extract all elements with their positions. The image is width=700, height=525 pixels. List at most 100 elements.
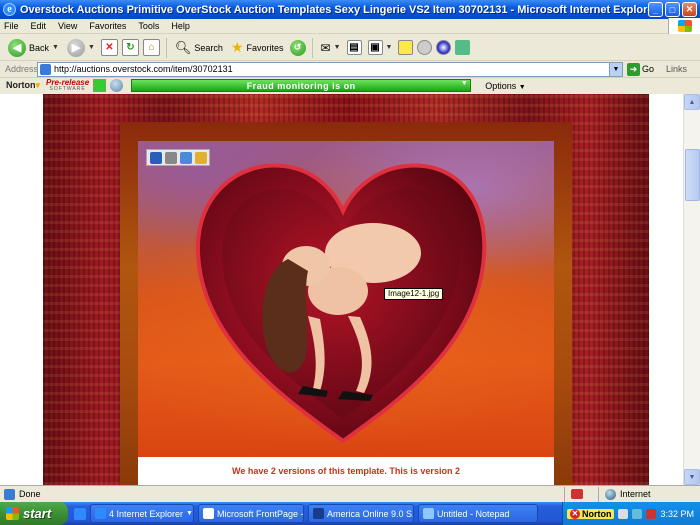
note-icon[interactable] [398,40,414,55]
refresh-button[interactable]: ↻ [121,39,139,56]
norton-logo: Norton▾ [6,80,41,90]
star-icon: ★ [230,39,244,55]
home-button[interactable]: ⌂ [142,39,160,56]
menu-tools[interactable]: Tools [138,21,159,31]
template-caption: We have 2 versions of this template. Thi… [138,457,554,485]
address-input[interactable]: http://auctions.overstock.com/item/30702… [37,61,623,77]
mail-icon: ✉ [320,40,331,55]
print-icon[interactable]: ▤ [346,40,362,55]
aol-icon [313,508,324,519]
links-label[interactable]: Links [666,64,687,74]
taskbar-item-notepad[interactable]: Untitled - Notepad [418,504,538,523]
stop-button[interactable]: ✕ [100,39,118,56]
fraud-monitoring-bar[interactable]: Fraud monitoring is on ▼ [131,79,472,92]
edit-button[interactable]: ▣ ▼ [366,37,395,59]
my-pictures-icon[interactable] [195,151,207,164]
taskbar: start 4 Internet Explorer ▼ Microsoft Fr… [0,502,700,525]
chevron-down-icon[interactable]: ▼ [461,80,468,87]
norton-x-icon: ✕ [569,508,580,519]
menu-favorites[interactable]: Favorites [89,21,126,31]
prerelease-badge: Pre-release SOFTWARE [46,77,90,92]
volume-icon[interactable] [632,508,643,519]
save-image-icon[interactable] [150,151,162,164]
messenger-icon[interactable] [417,40,433,55]
back-arrow-icon: ◀ [8,38,26,57]
page-icon [40,63,51,75]
prerelease-text: Pre-release [46,77,90,87]
norton-screen-icon[interactable] [93,79,107,92]
page-icon [4,488,15,500]
forward-arrow-icon: ▶ [66,38,85,57]
msn-icon[interactable] [455,40,471,55]
standard-toolbar: ◀ Back ▼ ▶ ▼ ✕ ↻ ⌂ 🔍︎ Search ★ Favorites… [0,35,700,61]
menu-help[interactable]: Help [171,21,190,31]
task-label: 4 Internet Explorer [109,508,184,519]
notepad-icon [423,508,434,519]
taskbar-item-aol[interactable]: America Online 9.0 S... [308,504,414,523]
chevron-down-icon[interactable]: ▼ [334,44,341,51]
zone-text: Internet [620,489,651,499]
forward-button[interactable]: ▶ ▼ [65,37,97,59]
back-button[interactable]: ◀ Back ▼ [6,37,61,59]
title-bar: e Overstock Auctions Primitive OverStock… [0,0,700,19]
search-icon: 🔍︎ [174,39,192,55]
ie-icon: e [3,3,16,16]
status-text: Done [19,489,41,499]
start-label: start [23,506,52,521]
print-image-icon[interactable] [165,151,177,164]
maximize-button[interactable]: □ [665,2,680,17]
menu-edit[interactable]: Edit [31,21,47,31]
toolbar-separator [311,37,313,58]
address-bar: Address http://auctions.overstock.com/it… [0,61,700,78]
history-icon[interactable]: ↺ [289,39,306,56]
globe-icon [605,488,616,500]
go-button[interactable]: ➜ Go [627,62,655,76]
fraud-status-text: Fraud monitoring is on [246,80,356,91]
chevron-down-icon[interactable]: ▼ [386,44,393,51]
security-tray-icon[interactable] [646,508,657,519]
start-button[interactable]: start [0,502,68,525]
chevron-down-icon: ▼ [186,510,193,517]
address-url[interactable]: http://auctions.overstock.com/item/30702… [54,64,606,74]
toolbar-separator [165,37,167,58]
windows-flag-icon [6,507,19,520]
menu-file[interactable]: File [4,21,19,31]
software-text: SOFTWARE [49,85,86,92]
ie-quicklaunch-icon[interactable] [74,507,86,520]
mail-button[interactable]: ✉ ▼ [319,37,343,59]
go-arrow-icon: ➜ [627,62,640,76]
research-icon[interactable] [436,40,452,55]
favorites-button[interactable]: ★ Favorites [229,37,286,59]
norton-tray-label: Norton [581,508,612,519]
template-content: Image12-1.jpg We have 2 versions of this… [138,141,554,485]
search-label: Search [194,42,223,53]
chevron-down-icon[interactable]: ▼ [88,44,95,51]
norton-toolbar: Norton▾ Pre-release SOFTWARE Fraud monit… [0,78,700,93]
network-icon[interactable] [618,508,629,519]
menu-view[interactable]: View [58,21,77,31]
vertical-scrollbar[interactable]: ▲ ▼ [683,94,700,485]
globe-icon[interactable] [110,79,124,92]
menu-bar: File Edit View Favorites Tools Help [0,18,700,34]
options-menu[interactable]: Options ▼ [485,81,525,91]
chevron-down-icon[interactable]: ▼ [52,44,59,51]
window-title: Overstock Auctions Primitive OverStock A… [20,3,648,16]
go-label: Go [642,64,655,74]
email-image-icon[interactable] [180,151,192,164]
search-button[interactable]: 🔍︎ Search [173,37,225,59]
close-button[interactable]: ✕ [682,2,697,17]
scroll-down-arrow[interactable]: ▼ [684,469,700,485]
scroll-thumb[interactable] [685,149,700,201]
norton-tray-button[interactable]: ✕ Norton [566,508,615,519]
clock[interactable]: 3:32 PM [660,509,694,519]
taskbar-item-frontpage[interactable]: Microsoft FrontPage -... [198,504,304,523]
scroll-up-arrow[interactable]: ▲ [684,94,700,110]
taskbar-item-internet-explorer[interactable]: 4 Internet Explorer ▼ [90,504,194,523]
chevron-down-icon[interactable]: ▼ [609,62,622,76]
minimize-button[interactable]: _ [648,2,663,17]
template-image[interactable]: Image12-1.jpg [138,141,554,457]
edit-icon: ▣ [367,40,383,55]
favorites-label: Favorites [246,42,284,53]
ie-icon [95,508,106,519]
image-toolbar [146,149,210,166]
